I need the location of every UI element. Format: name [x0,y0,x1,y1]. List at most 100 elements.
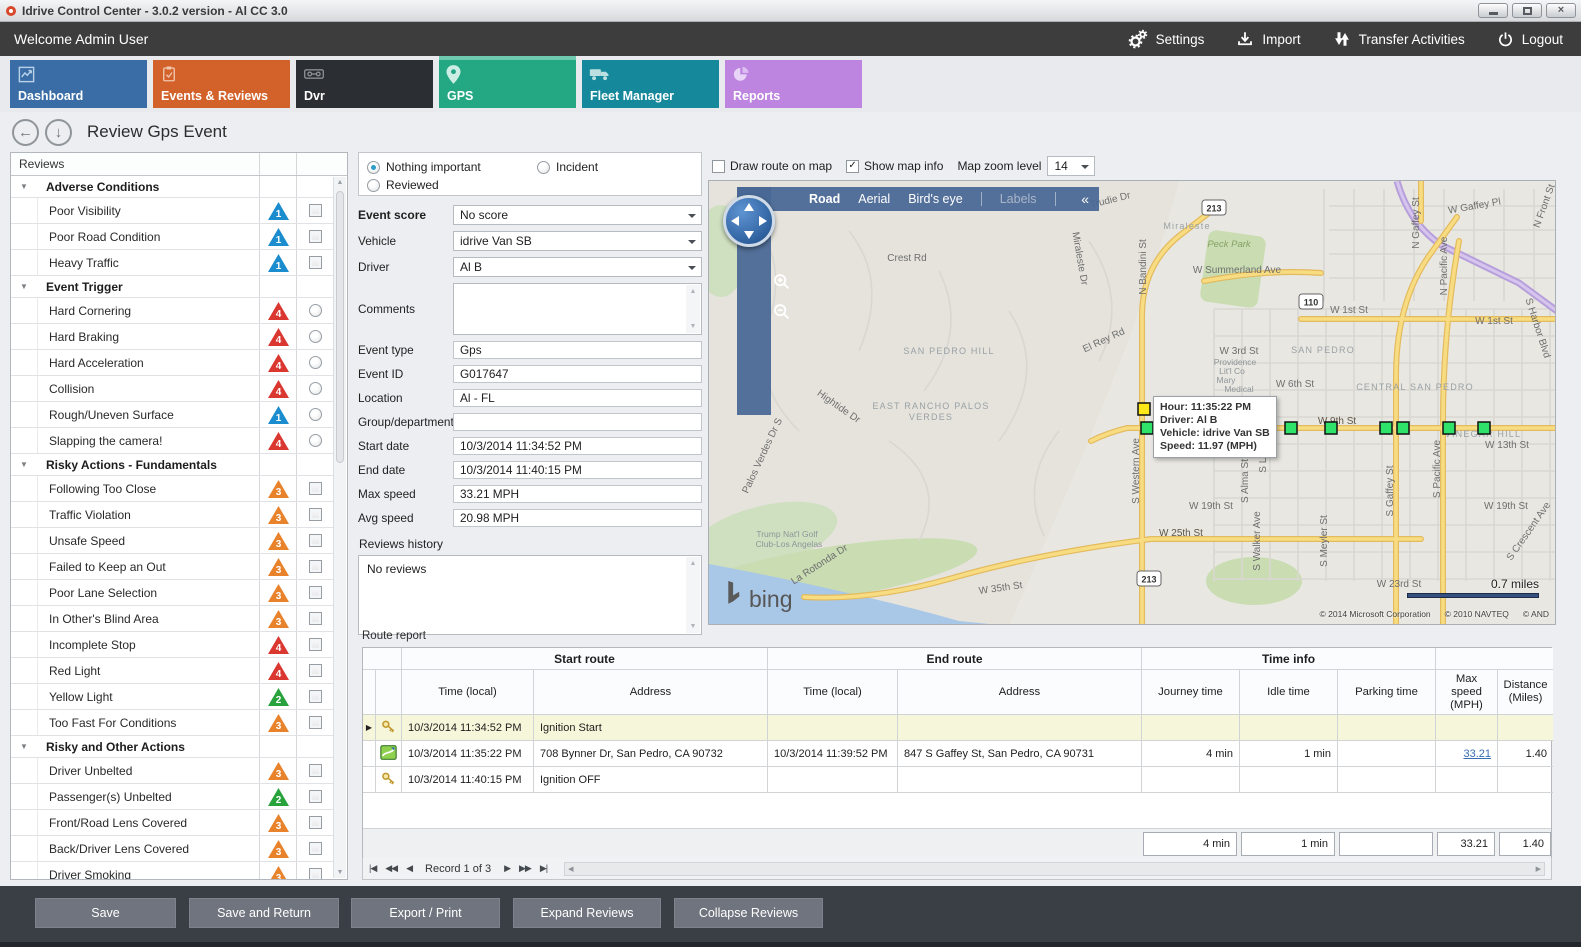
review-checkbox[interactable] [309,664,322,677]
map-panel[interactable]: 213110213Trudie DrPeck ParkMiralesteMira… [708,180,1556,625]
group-collapse-icon[interactable]: ▼ [11,282,37,291]
review-checkbox[interactable] [309,816,322,829]
review-checkbox[interactable] [309,560,322,573]
history-scrollbar[interactable]: ▲ ▼ [686,557,700,633]
review-checkbox[interactable] [309,508,322,521]
map-zoom-out-button[interactable] [771,301,795,325]
review-checkbox[interactable] [309,868,322,879]
review-checkbox[interactable] [309,586,322,599]
review-item-row[interactable]: Front/Road Lens Covered3 [11,810,333,836]
group-collapse-icon[interactable]: ▼ [11,182,37,191]
review-radio[interactable] [309,434,322,447]
record-prev-page-button[interactable]: ◀◀ [385,863,397,874]
field-group-department-input[interactable] [453,413,702,431]
map-view-road[interactable]: Road [809,192,840,206]
review-checkbox[interactable] [309,204,322,217]
group-collapse-icon[interactable]: ▼ [11,742,37,751]
review-radio[interactable] [309,408,322,421]
field-end-date-input[interactable]: 10/3/2014 11:40:15 PM [453,461,702,479]
footer-export-print-button[interactable]: Export / Print [351,898,500,928]
show-map-info-option[interactable]: ✓ Show map info [846,159,943,173]
field-event-score-select[interactable]: No score [453,205,702,225]
maximize-button[interactable] [1512,3,1542,18]
review-item-row[interactable]: Heavy Traffic1 [11,250,333,276]
review-item-row[interactable]: Poor Visibility1 [11,198,333,224]
review-item-row[interactable]: Yellow Light2 [11,684,333,710]
status-radio-reviewed[interactable]: Reviewed [367,178,439,192]
map-view-bird-s-eye[interactable]: Bird's eye [908,192,963,206]
minimize-button[interactable] [1478,3,1508,18]
review-radio[interactable] [309,304,322,317]
footer-expand-reviews-button[interactable]: Expand Reviews [513,898,661,928]
draw-route-checkbox[interactable] [712,160,725,173]
field-max-speed-input[interactable]: 33.21 MPH [453,485,702,503]
route-row[interactable]: ▶10/3/2014 11:34:52 PMIgnition Start [363,715,1551,741]
field-driver-select[interactable]: Al B [453,257,702,277]
review-group-row[interactable]: ▼Event Trigger [11,276,333,298]
review-item-row[interactable]: Hard Braking4 [11,324,333,350]
action-import[interactable]: Import [1236,30,1300,48]
record-next-page-button[interactable]: ▶▶ [519,863,531,874]
review-checkbox[interactable] [309,790,322,803]
horizontal-scrollbar[interactable]: ◀▶ [564,862,1545,876]
review-item-row[interactable]: Driver Unbelted3 [11,758,333,784]
review-group-row[interactable]: ▼Risky Actions - Fundamentals [11,454,333,476]
review-item-row[interactable]: In Other's Blind Area3 [11,606,333,632]
review-item-row[interactable]: Traffic Violation3 [11,502,333,528]
review-checkbox[interactable] [309,842,322,855]
map-zoom-in-button[interactable] [771,271,795,295]
route-point-marker[interactable] [1285,422,1297,434]
action-transfer-activities[interactable]: Transfer Activities [1333,30,1465,48]
review-radio[interactable] [309,356,322,369]
down-button[interactable]: ↓ [45,119,72,146]
action-logout[interactable]: Logout [1497,31,1563,48]
field-event-type-input[interactable]: Gps [453,341,702,359]
route-point-marker[interactable] [1397,422,1409,434]
tab-events-reviews[interactable]: Events & Reviews [153,60,290,108]
route-point-marker[interactable] [1325,422,1337,434]
review-group-row[interactable]: ▼Adverse Conditions [11,176,333,198]
tab-dvr[interactable]: Dvr [296,60,433,108]
review-group-row[interactable]: ▼Risky and Other Actions [11,736,333,758]
route-row[interactable]: 10/3/2014 11:40:15 PMIgnition OFF [363,767,1551,793]
record-last-button[interactable]: ▶| [540,863,547,874]
review-item-row[interactable]: Hard Cornering4 [11,298,333,324]
scroll-right-icon[interactable]: ▶ [1536,865,1541,873]
review-item-row[interactable]: Following Too Close3 [11,476,333,502]
route-point-marker[interactable] [1380,422,1392,434]
record-prev-button[interactable]: ◀ [406,863,412,874]
action-settings[interactable]: Settings [1128,29,1205,49]
pan-down-icon[interactable] [744,231,754,239]
scroll-down-icon[interactable]: ▼ [337,869,344,876]
review-radio[interactable] [309,330,322,343]
map-toolbar-collapse-button[interactable]: « [1081,191,1089,207]
route-point-marker[interactable] [1443,422,1455,434]
scroll-down-icon[interactable]: ▼ [690,623,697,630]
review-checkbox[interactable] [309,638,322,651]
route-point-marker[interactable] [1478,422,1490,434]
scroll-down-icon[interactable]: ▼ [690,323,697,330]
review-item-row[interactable]: Slapping the camera!4 [11,428,333,454]
footer-save-button[interactable]: Save [35,898,176,928]
pan-left-icon[interactable] [731,216,739,226]
review-item-row[interactable]: Too Fast For Conditions3 [11,710,333,736]
tab-dashboard[interactable]: Dashboard [10,60,147,108]
footer-save-and-return-button[interactable]: Save and Return [189,898,339,928]
review-item-row[interactable]: Red Light4 [11,658,333,684]
review-item-row[interactable]: Hard Acceleration4 [11,350,333,376]
map-compass[interactable] [723,195,775,247]
status-radio-nothing-important[interactable]: Nothing important [367,160,481,174]
review-item-row[interactable]: Back/Driver Lens Covered3 [11,836,333,862]
review-item-row[interactable]: Failed to Keep an Out3 [11,554,333,580]
group-collapse-icon[interactable]: ▼ [11,460,37,469]
max-speed-link[interactable]: 33.21 [1463,748,1491,760]
review-item-row[interactable]: Incomplete Stop4 [11,632,333,658]
review-checkbox[interactable] [309,256,322,269]
route-row[interactable]: 10/3/2014 11:35:22 PM708 Bynner Dr, San … [363,741,1551,767]
field-comments-textarea[interactable]: ▲▼ [453,283,702,335]
review-checkbox[interactable] [309,230,322,243]
map-view-aerial[interactable]: Aerial [858,192,890,206]
review-item-row[interactable]: Unsafe Speed3 [11,528,333,554]
review-item-row[interactable]: Collision4 [11,376,333,402]
pan-up-icon[interactable] [744,203,754,211]
